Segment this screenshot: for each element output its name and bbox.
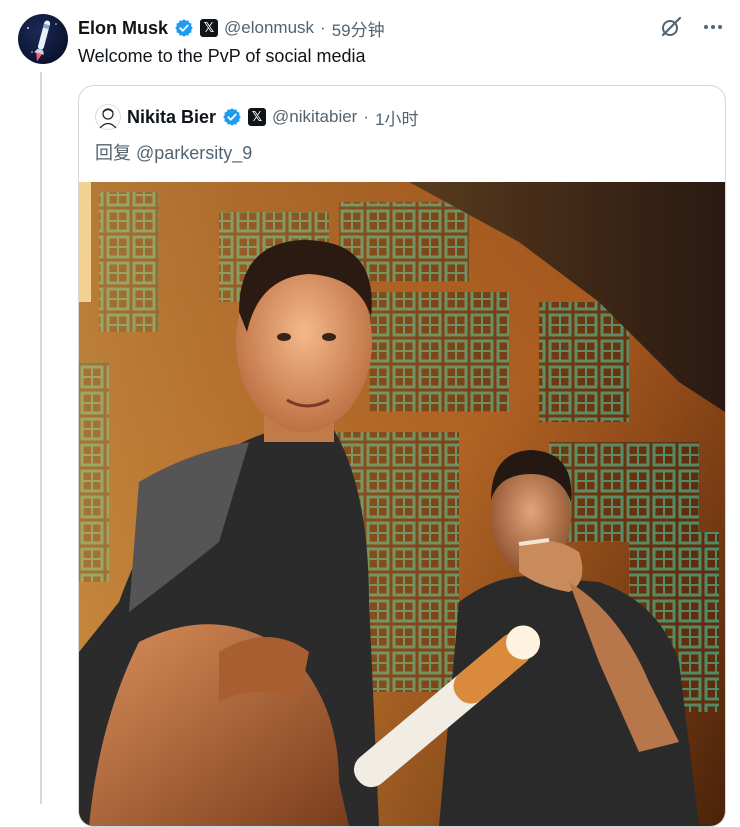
- avatar-sketch-icon: [95, 104, 121, 130]
- quote-header: Nikita Bier 𝕏 @nikitabier · 1小时: [95, 104, 418, 130]
- tweet-header: Elon Musk 𝕏 @elonmusk · 59分钟: [78, 14, 385, 42]
- rocket-icon: [27, 20, 57, 62]
- thread-line: [40, 72, 42, 804]
- quote-photo[interactable]: [79, 182, 725, 826]
- x-logo-icon: 𝕏: [248, 108, 267, 126]
- photo-scene: [79, 182, 725, 826]
- author-name[interactable]: Elon Musk: [78, 18, 168, 39]
- more-icon[interactable]: [700, 14, 726, 40]
- separator-dot: ·: [363, 107, 370, 126]
- quote-time[interactable]: 1小时: [375, 105, 418, 130]
- verified-badge-icon: [223, 108, 241, 126]
- tweet-time[interactable]: 59分钟: [332, 16, 385, 41]
- quote-avatar[interactable]: [95, 104, 121, 130]
- author-avatar[interactable]: [18, 14, 68, 64]
- author-handle[interactable]: @elonmusk: [224, 18, 314, 38]
- verified-badge-icon: [175, 19, 193, 37]
- quote-reply-to: 回复 @parkersity_9: [95, 143, 253, 163]
- quoted-tweet[interactable]: Nikita Bier 𝕏 @nikitabier · 1小时 回复 @park…: [78, 85, 726, 827]
- quote-author-name[interactable]: Nikita Bier: [127, 107, 216, 128]
- grok-icon[interactable]: [658, 14, 684, 40]
- x-logo-icon: 𝕏: [200, 19, 219, 37]
- quote-author-handle[interactable]: @nikitabier: [272, 107, 357, 127]
- tweet-text: Welcome to the PvP of social media: [78, 46, 366, 66]
- separator-dot: ·: [320, 18, 326, 37]
- tweet-actions: [658, 14, 726, 40]
